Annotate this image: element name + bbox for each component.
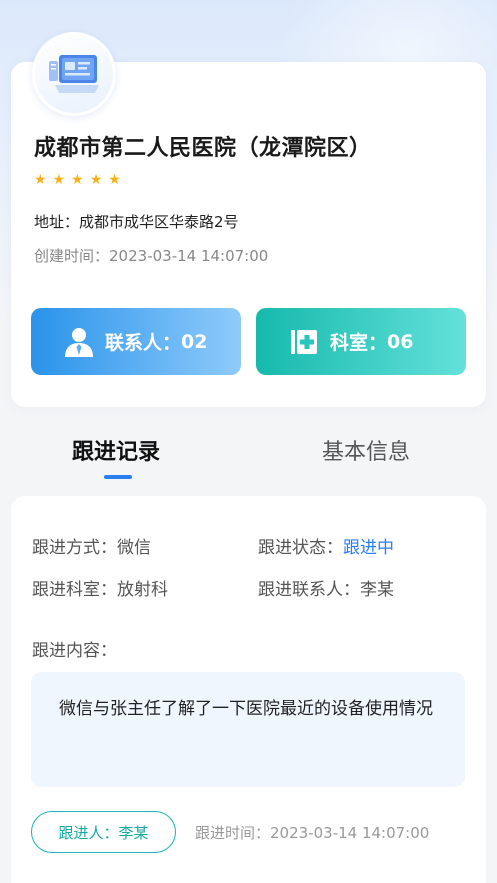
hospital-computer-icon [49, 55, 99, 93]
department-icon [286, 324, 322, 360]
follow-time: 跟进时间：2023-03-14 14:07:00 [195, 822, 429, 843]
contacts-button[interactable]: 联系人： 02 [31, 308, 241, 375]
rating-stars: ★ ★ ★ ★ ★ [34, 172, 121, 188]
follow-time-label: 跟进时间： [195, 824, 271, 842]
star-icon: ★ [34, 172, 47, 188]
departments-button[interactable]: 科室： 06 [256, 308, 466, 375]
address-label: 地址： [34, 213, 80, 231]
follow-method-value: 微信 [117, 538, 151, 558]
follower-label: 跟进人： [58, 823, 119, 842]
follow-status-value: 跟进中 [343, 538, 394, 558]
created-value: 2023-03-14 14:07:00 [109, 247, 269, 265]
tab-bar: 跟进记录 基本信息 [0, 428, 497, 488]
follow-contact: 跟进联系人：李某 [258, 575, 394, 600]
tab-basic-info[interactable]: 基本信息 [322, 434, 410, 466]
star-icon: ★ [108, 172, 121, 188]
follow-content-box: 微信与张主任了解了一下医院最近的设备使用情况 [31, 672, 465, 787]
follow-method: 跟进方式：微信 [32, 533, 151, 558]
tab-follow-records[interactable]: 跟进记录 [72, 434, 160, 466]
follow-contact-value: 李某 [360, 580, 394, 600]
star-icon: ★ [52, 172, 66, 188]
hospital-logo [32, 32, 116, 116]
created-label: 创建时间： [34, 247, 110, 265]
star-icon: ★ [89, 172, 103, 188]
address-value: 成都市成华区华泰路2号 [79, 213, 239, 231]
contacts-value: 02 [181, 330, 208, 353]
active-tab-indicator [104, 475, 132, 479]
follow-status-label: 跟进状态： [258, 538, 343, 558]
follow-method-label: 跟进方式： [32, 538, 117, 558]
hospital-name: 成都市第二人民医院（龙潭院区） [34, 136, 372, 161]
follow-contact-label: 跟进联系人： [258, 580, 360, 600]
contacts-label: 联系人： [105, 332, 182, 354]
created-time: 创建时间：2023-03-14 14:07:00 [34, 245, 268, 266]
follow-department-label: 跟进科室： [32, 580, 117, 600]
follower-badge: 跟进人： 李某 [31, 811, 176, 853]
follow-department-value: 放射科 [117, 580, 168, 600]
follower-value: 李某 [118, 823, 149, 842]
hospital-address: 地址：成都市成华区华泰路2号 [34, 211, 239, 232]
departments-label: 科室： [330, 332, 388, 354]
follow-department: 跟进科室：放射科 [32, 575, 168, 600]
follow-time-value: 2023-03-14 14:07:00 [270, 824, 430, 842]
follow-status: 跟进状态：跟进中 [258, 533, 394, 558]
contact-person-icon [61, 324, 97, 360]
departments-value: 06 [387, 330, 414, 353]
star-icon: ★ [71, 172, 84, 188]
follow-content-label: 跟进内容： [32, 641, 117, 661]
